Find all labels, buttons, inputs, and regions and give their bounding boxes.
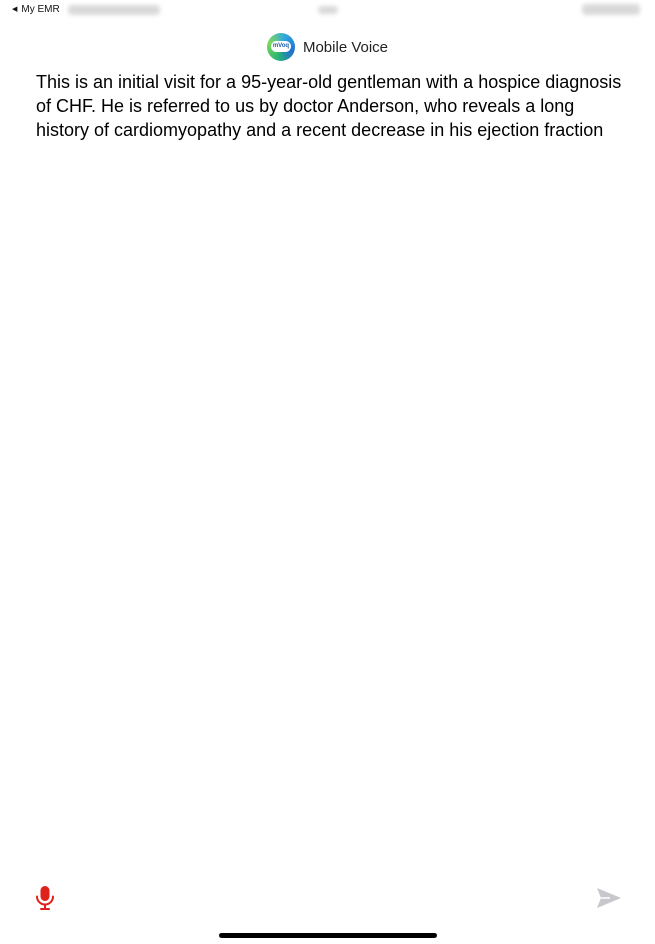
- home-indicator: [219, 933, 437, 938]
- mvoq-logo: mVoq: [266, 33, 295, 61]
- dictation-text-area[interactable]: This is an initial visit for a 95-year-o…: [36, 70, 626, 142]
- status-bar: ◀ My EMR: [0, 0, 655, 20]
- status-battery-indicator: [582, 4, 640, 15]
- back-to-app-button[interactable]: ◀ My EMR: [12, 4, 60, 15]
- send-button[interactable]: [596, 886, 622, 910]
- status-center-indicator: [318, 6, 338, 14]
- send-icon: [597, 888, 621, 908]
- app-header: mVoq Mobile Voice: [0, 32, 655, 62]
- back-to-app-label: My EMR: [21, 4, 60, 15]
- chevron-left-icon: ◀: [12, 6, 18, 13]
- microphone-icon: [36, 886, 54, 910]
- status-time-date: [68, 5, 160, 15]
- microphone-button[interactable]: [33, 884, 57, 912]
- app-title: Mobile Voice: [302, 38, 389, 56]
- logo-text: mVoq: [272, 43, 290, 49]
